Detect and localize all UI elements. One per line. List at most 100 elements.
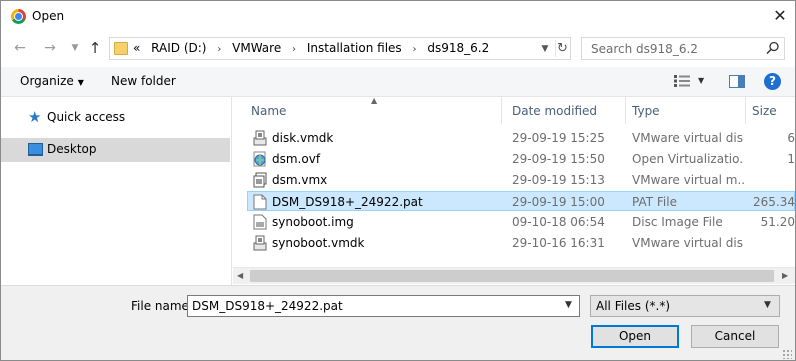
help-icon[interactable]: ? (764, 73, 781, 90)
breadcrumb-overflow[interactable]: « (133, 41, 140, 55)
view-chevron-down-icon[interactable]: ▼ (698, 76, 704, 85)
file-type-filter[interactable]: All Files (*.*) ▼ (590, 295, 780, 317)
breadcrumb: « RAID (D:) › VMWare › Installation file… (133, 41, 496, 55)
file-date: 09-10-18 06:54 (512, 215, 605, 229)
folder-icon (114, 42, 128, 55)
cancel-button[interactable]: Cancel (691, 325, 779, 348)
horizontal-scrollbar[interactable]: ◀ ▶ (233, 267, 795, 284)
file-name: synoboot.vmdk (272, 236, 365, 250)
desktop-icon (28, 143, 43, 156)
search-input[interactable]: Search ds918_6.2 (581, 37, 785, 60)
chevron-right-icon[interactable]: › (292, 44, 296, 55)
scroll-right-icon[interactable]: ▶ (782, 271, 788, 280)
file-name: dsm.ovf (272, 152, 321, 166)
file-size: 1 (787, 152, 795, 166)
scrollbar-thumb[interactable] (250, 270, 774, 282)
address-bar[interactable]: « RAID (D:) › VMWare › Installation file… (109, 37, 571, 60)
file-type: PAT File (632, 195, 677, 209)
new-folder-button[interactable]: New folder (111, 74, 176, 88)
file-date: 29-09-19 15:00 (512, 195, 605, 209)
open-button[interactable]: Open (591, 325, 679, 348)
column-headers: ▲ Name Date modified Type Size (233, 96, 795, 124)
file-name: dsm.vmx (272, 173, 328, 187)
forward-arrow-icon[interactable]: → (41, 40, 59, 56)
file-type-filter-value: All Files (*.*) (596, 299, 671, 313)
chevron-right-icon[interactable]: › (217, 44, 221, 55)
recent-locations-chevron-icon[interactable]: ▼ (66, 40, 84, 56)
chevron-down-icon: ▼ (77, 78, 84, 87)
file-name-field[interactable] (192, 298, 562, 314)
column-divider[interactable] (625, 97, 626, 124)
file-date: 29-09-19 15:13 (512, 173, 605, 187)
file-icon (253, 194, 267, 210)
window-title: Open (32, 9, 65, 23)
file-list: ▲ Name Date modified Type Size disk.vmdk… (233, 96, 795, 285)
chevron-down-icon[interactable]: ▼ (565, 300, 572, 310)
ovf-icon (253, 151, 266, 167)
column-header-name[interactable]: Name (251, 104, 286, 118)
file-row-synoboot-vmdk[interactable]: synoboot.vmdk 29-10-16 16:31 VMware virt… (233, 233, 795, 253)
disc-image-icon (253, 214, 267, 230)
breadcrumb-item-ds918[interactable]: ds918_6.2 (427, 41, 489, 55)
file-type: VMware virtual dis... (632, 131, 744, 145)
sort-ascending-icon: ▲ (371, 96, 378, 105)
file-type: VMware virtual dis... (632, 236, 744, 250)
command-bar: Organize ▼ New folder ▼ ? (1, 67, 795, 97)
file-row-dsm-pat[interactable]: DSM_DS918+_24922.pat 29-09-19 15:00 PAT … (247, 191, 795, 211)
file-name: DSM_DS918+_24922.pat (272, 195, 423, 209)
resize-grip-icon[interactable] (782, 349, 792, 359)
file-name-label: File name: (131, 299, 193, 313)
column-header-date[interactable]: Date modified (512, 104, 597, 118)
vmx-icon (253, 172, 267, 188)
file-type: Disc Image File (632, 215, 723, 229)
vmware-disk-icon (253, 235, 267, 251)
file-row-dsm-ovf[interactable]: dsm.ovf 29-09-19 15:50 Open Virtualizati… (233, 149, 795, 169)
file-row-dsm-vmx[interactable]: dsm.vmx 29-09-19 15:13 VMware virtual m.… (233, 170, 795, 190)
scroll-left-icon[interactable]: ◀ (237, 271, 243, 280)
column-divider[interactable] (501, 97, 502, 124)
chrome-app-icon (11, 9, 26, 24)
star-icon: ★ (28, 108, 42, 126)
refresh-icon[interactable]: ↻ (555, 40, 569, 57)
navigation-pane: ★ Quick access Desktop (1, 97, 232, 285)
close-button[interactable]: ✕ (767, 5, 793, 27)
bottom-panel: File name: ▼ All Files (*.*) ▼ Open Canc… (1, 285, 795, 360)
nav-item-desktop[interactable]: Desktop (1, 138, 230, 162)
column-divider[interactable] (745, 97, 746, 124)
vmware-disk-icon (253, 130, 267, 146)
file-date: 29-09-19 15:50 (512, 152, 605, 166)
column-header-type[interactable]: Type (632, 104, 660, 118)
open-file-dialog: Open ✕ ← → ▼ ↑ « RAID (D:) › VMWare › In… (0, 0, 796, 361)
nav-item-label: Desktop (47, 142, 97, 156)
file-type: VMware virtual m... (632, 173, 744, 187)
file-name: disk.vmdk (272, 131, 334, 145)
preview-pane-icon[interactable] (729, 75, 745, 88)
nav-item-label: Quick access (47, 110, 126, 124)
organize-label: Organize (20, 74, 74, 88)
search-icon (766, 41, 779, 55)
address-dropdown-icon[interactable]: ▼ (539, 42, 551, 56)
column-header-size[interactable]: Size (752, 104, 777, 118)
file-name-combobox[interactable]: ▼ (187, 295, 580, 317)
file-row-synoboot-img[interactable]: synoboot.img 09-10-18 06:54 Disc Image F… (233, 212, 795, 232)
file-size: 51.20 (760, 215, 795, 229)
title-bar: Open ✕ (1, 1, 795, 32)
file-type: Open Virtualizatio... (632, 152, 744, 166)
file-name: synoboot.img (272, 215, 354, 229)
file-row-disk-vmdk[interactable]: disk.vmdk 29-09-19 15:25 VMware virtual … (233, 128, 795, 148)
file-date: 29-09-19 15:25 (512, 131, 605, 145)
search-placeholder: Search ds918_6.2 (591, 42, 698, 56)
back-arrow-icon[interactable]: ← (11, 40, 29, 56)
breadcrumb-item-installation-files[interactable]: Installation files (307, 41, 402, 55)
file-date: 29-10-16 16:31 (512, 236, 605, 250)
file-size: 265.34 (753, 195, 795, 209)
up-arrow-icon[interactable]: ↑ (86, 40, 104, 56)
breadcrumb-item-raid[interactable]: RAID (D:) (151, 41, 206, 55)
nav-item-quick-access[interactable]: ★ Quick access (1, 106, 230, 130)
breadcrumb-item-vmware[interactable]: VMWare (232, 41, 281, 55)
organize-button[interactable]: Organize ▼ (20, 74, 84, 88)
chevron-down-icon: ▼ (764, 300, 771, 310)
chevron-right-icon[interactable]: › (413, 44, 417, 55)
view-options-icon[interactable] (674, 75, 690, 87)
file-size: 6 (787, 131, 795, 145)
